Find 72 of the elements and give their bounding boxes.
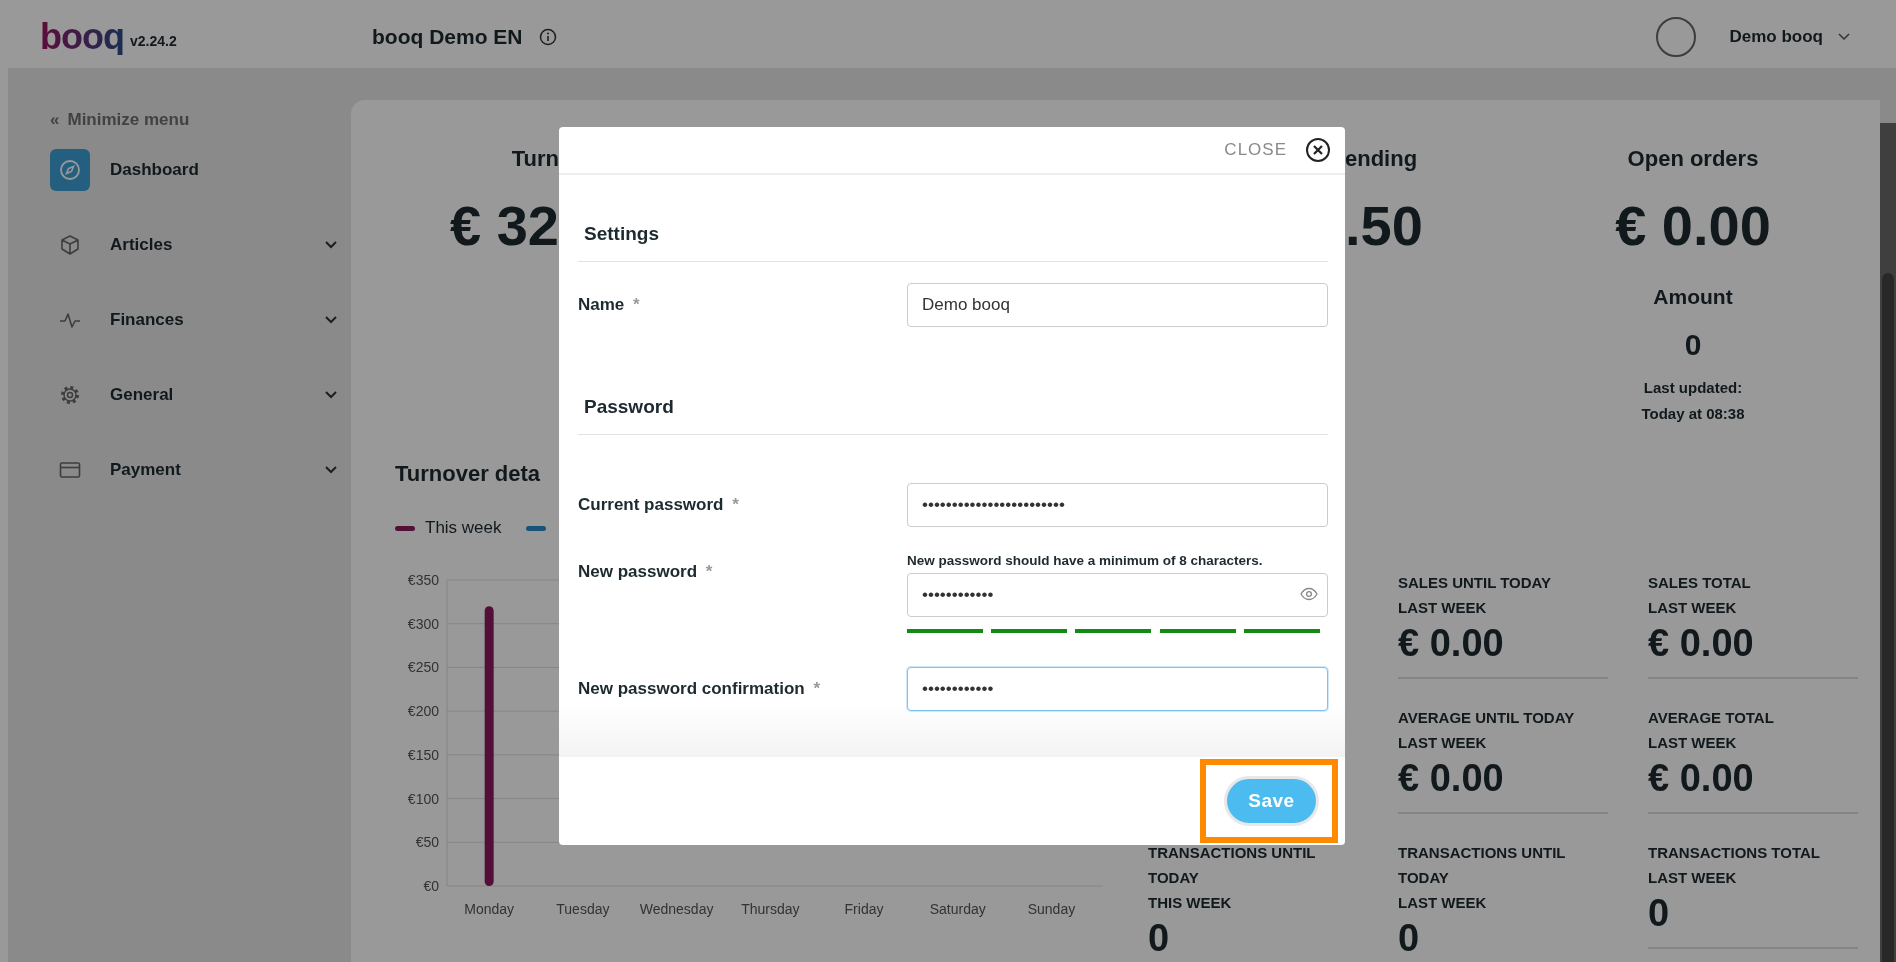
stat-value: € 0.00 — [1614, 194, 1772, 258]
text-field[interactable]: •••••••••••• — [907, 667, 1328, 711]
stat-label: AVERAGE TOTAL LAST WEEK — [1648, 708, 1775, 753]
venue-title: booq Demo EN — [372, 24, 523, 51]
axis-label: €100 — [407, 790, 439, 807]
axis-label: Friday — [844, 901, 884, 917]
section-heading: Settings — [578, 219, 1328, 262]
axis-label: €350 — [407, 572, 439, 588]
stat-label: SALES TOTAL LAST WEEK — [1648, 573, 1752, 618]
text-field[interactable]: •••••••••••••••••••••••• — [907, 483, 1328, 527]
stat-value: 0 — [1398, 916, 1421, 961]
stat-value: € 0.00 — [1648, 621, 1755, 666]
axis-label: Saturday — [929, 901, 986, 917]
eye-icon[interactable] — [1300, 587, 1318, 601]
stat-value: € 0.00 — [1648, 756, 1755, 801]
stat-value: € 0.00 — [1398, 621, 1505, 666]
field-label: New password confirmation * — [578, 678, 822, 701]
axis-label: €150 — [407, 746, 439, 763]
axis-label: €300 — [407, 615, 439, 632]
stat-value: € 32 — [449, 194, 559, 258]
axis-label: €250 — [407, 659, 439, 676]
scrollbar[interactable] — [1880, 123, 1896, 962]
close-button[interactable]: CLOSE — [1218, 136, 1293, 164]
axis-label: Tuesday — [556, 901, 610, 917]
stat-label: TRANSACTIONS TOTAL LAST WEEK — [1648, 843, 1821, 888]
logo[interactable]: booq — [40, 19, 124, 55]
field-label: New password * — [578, 561, 714, 583]
minimize-menu-link[interactable]: Minimize menu — [67, 107, 190, 133]
avatar-circle[interactable] — [1655, 17, 1696, 57]
axis-label: €200 — [407, 703, 439, 720]
axis-label: Monday — [464, 901, 515, 917]
cube-icon — [58, 232, 82, 257]
axis-label: Sunday — [1027, 901, 1076, 917]
stat-label: TRANSACTIONS UNTIL TODAY LAST WEEK — [1398, 843, 1567, 913]
field-label: Current password * — [578, 494, 740, 517]
sidebar-item[interactable]: Dashboard — [50, 132, 338, 207]
updated-time: Today at 08:38 — [1640, 404, 1746, 424]
sidebar-item[interactable]: General — [50, 357, 338, 432]
close-icon[interactable] — [1305, 137, 1331, 163]
stat-value: 0 — [1648, 891, 1671, 936]
stat-value: .50 — [1345, 194, 1424, 258]
section-title: Turnover deta — [395, 460, 542, 488]
stat-value: € 0.00 — [1398, 756, 1505, 801]
double-chevron-icon[interactable]: « — [50, 107, 60, 133]
stat-label: SALES UNTIL TODAY LAST WEEK — [1398, 573, 1553, 618]
stat-count: 0 — [1683, 327, 1703, 363]
axis-label: Thursday — [741, 901, 800, 917]
axis-label: Wednesday — [639, 901, 714, 917]
stat-label: TRANSACTIONS UNTIL TODAY THIS WEEK — [1148, 843, 1317, 913]
sidebar-item[interactable]: Finances — [50, 282, 338, 357]
stat-title: Open orders — [1626, 145, 1760, 173]
section-heading: Password — [578, 392, 1328, 435]
sidebar-item[interactable]: Articles — [50, 207, 338, 282]
axis-label: €50 — [415, 834, 439, 851]
hint-text: New password should have a minimum of 8 characters. — [907, 553, 1264, 569]
text-field[interactable]: •••••••••••• — [907, 573, 1328, 617]
text-field[interactable]: Demo booq — [907, 283, 1328, 327]
sidebar-item[interactable]: Payment — [50, 432, 338, 507]
axis-label: €0 — [423, 878, 439, 894]
compass-icon — [58, 157, 82, 182]
legend-label: This week — [425, 517, 502, 540]
stat-label: AVERAGE UNTIL TODAY LAST WEEK — [1398, 708, 1576, 753]
stat-value: 0 — [1148, 916, 1171, 961]
version-label: v2.24.2 — [129, 31, 177, 51]
chevron-down-icon[interactable] — [1837, 32, 1851, 42]
updated-label: Last updated: — [1642, 378, 1744, 398]
info-icon[interactable] — [538, 28, 557, 46]
stat-subtitle: Amount — [1652, 285, 1734, 309]
user-menu[interactable]: Demo booq — [1729, 24, 1823, 50]
stat-title: Turn — [510, 145, 559, 173]
field-label: Name * — [578, 294, 641, 317]
stat-title: ending — [1345, 145, 1419, 173]
